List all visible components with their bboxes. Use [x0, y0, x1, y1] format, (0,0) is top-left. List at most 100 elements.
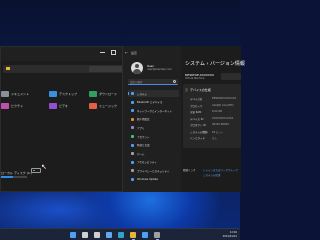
sidebar-item-label: アクセシビリティ [137, 161, 157, 165]
related-links-label: 関連リンク [183, 169, 196, 172]
spec-row: デバイス ID XXXXXXXX-XXXX [190, 117, 233, 121]
clock-date[interactable]: 2024/01/01 [223, 235, 237, 238]
folder-label: ダウンロード [99, 92, 118, 96]
rename-pc-button[interactable] [221, 73, 241, 80]
search-placeholder: 設定の検索 [130, 81, 143, 84]
sidebar-item[interactable]: アプリ [128, 124, 179, 131]
spec-value: なし [212, 137, 218, 140]
spec-value: DESKTOP-XXXXXXX [212, 97, 237, 100]
folder-music[interactable]: ミュージック [89, 103, 117, 109]
folder-videos[interactable]: ビデオ [49, 103, 68, 109]
info-icon: ⓘ [185, 88, 189, 92]
sidebar-item[interactable]: プライバシーとセキュリティ [128, 167, 179, 174]
settings-content: システム › バージョン情報 DESKTOP-XXXXXXX Virtual M… [181, 46, 245, 192]
sidebar-item-label: Windows Update [137, 178, 159, 181]
taskbar-taskview-icon[interactable] [94, 232, 100, 238]
nav-icon [131, 178, 134, 181]
nav-icon [131, 126, 134, 130]
sidebar-item[interactable]: ゲーム [128, 150, 179, 157]
sidebar-item[interactable]: アカウント [128, 133, 179, 140]
minimize-button[interactable] [100, 52, 105, 53]
sidebar-item-label: プライバシーとセキュリティ [137, 169, 170, 173]
sidebar-item[interactable]: Windows Update [128, 176, 179, 183]
settings-sidebar: ← 設定 User user@example.com 設定の検索 システム Blu… [123, 46, 181, 192]
nav-icon [131, 160, 134, 164]
drive-usage-fill [1, 176, 13, 178]
spec-value: 8.00 GB [212, 110, 223, 113]
nav-icon [131, 152, 134, 156]
spec-value: 00330-80000 [212, 123, 229, 126]
spec-key: デバイス名 [190, 98, 203, 101]
drive-c[interactable]: ローカル ディスク (C:) [1, 171, 32, 175]
folder-label: ミュージック [99, 104, 117, 108]
sidebar-item[interactable]: システム [128, 90, 179, 97]
spec-key: ペンとタッチ [190, 137, 206, 140]
taskbar-search-icon[interactable] [82, 232, 88, 238]
nav-icon [131, 92, 134, 95]
spec-row: 実装 RAM 8.00 GB [190, 110, 222, 114]
folder-icon [1, 91, 9, 97]
mouse-cursor-icon: ↖ [41, 163, 47, 171]
spec-row: ペンとタッチ なし [190, 136, 217, 140]
sidebar-item-label: ゲーム [137, 152, 145, 156]
folder-icon [49, 91, 57, 97]
sidebar-item-label: アプリ [137, 126, 145, 130]
device-specs-card[interactable]: ⓘ デバイスの仕様 デバイス名 DESKTOP-XXXXXXX プロセッサ Intel… [183, 84, 241, 148]
folder-icon [49, 103, 57, 109]
folder-icon [89, 103, 97, 109]
folder-icon [6, 67, 10, 70]
nav-icon [131, 135, 134, 138]
drive-icon [31, 168, 41, 173]
file-explorer-window[interactable]: ✕ デスクトップ ダウンロード ドキュメント ピクチャ ビデオ ミュージック ロ… [0, 46, 134, 192]
settings-search-input[interactable]: 設定の検索 [128, 79, 178, 85]
settings-title: 設定 [131, 51, 138, 55]
user-email: user@example.com [147, 68, 172, 71]
folder-label: ビデオ [59, 104, 69, 108]
spec-key: デバイス ID [190, 117, 204, 121]
taskbar-store-icon[interactable] [142, 232, 148, 238]
folder-downloads[interactable]: ダウンロード [89, 91, 117, 97]
sidebar-item-label: システム [137, 92, 147, 96]
domain-link[interactable]: ドメインまたはワークグループ [203, 168, 238, 172]
folder-label: ピクチャ [11, 104, 23, 108]
folder-documents[interactable]: ドキュメント [1, 91, 29, 97]
spec-key: システムの種類 [190, 130, 208, 134]
back-arrow-icon[interactable]: ← [125, 50, 128, 55]
folder-icon [1, 103, 9, 109]
sidebar-item[interactable]: アクセシビリティ [128, 159, 179, 166]
sidebar-item-label: ネットワークとインターネット [137, 109, 173, 113]
sidebar-item[interactable]: 個人用設定 [128, 116, 179, 123]
sidebar-item[interactable]: Bluetooth とデバイス [128, 99, 179, 106]
drive-label: ローカル ディスク (C:) [1, 171, 33, 175]
spec-key: プロセッサ [190, 104, 203, 108]
spec-value: XXXXXXXX-XXXX [212, 116, 234, 120]
sidebar-item-label: 時刻と言語 [137, 144, 150, 148]
system-protection-link[interactable]: システムの保護 [203, 173, 220, 177]
nav-icon [131, 109, 134, 113]
taskbar-explorer-icon[interactable] [130, 232, 136, 238]
folder-label: ドキュメント [11, 92, 30, 96]
folder-icon [89, 91, 97, 97]
spec-row: プロセッサ Intel(R) Core(TM) [190, 104, 233, 108]
sidebar-item-label: アカウント [137, 135, 150, 139]
nav-icon [131, 100, 134, 104]
drive-usage-bar [1, 176, 27, 178]
maximize-button[interactable] [111, 50, 116, 55]
spec-value: Intel(R) Core(TM) [212, 103, 234, 107]
folder-pictures[interactable]: ピクチャ [1, 103, 23, 109]
spec-key: プロダクト ID [190, 124, 206, 127]
taskbar-start-icon[interactable] [70, 232, 76, 238]
taskbar-settings-icon[interactable] [154, 232, 160, 238]
sidebar-item[interactable]: 時刻と言語 [128, 142, 179, 149]
nav-icon [131, 117, 134, 121]
sidebar-item[interactable]: ネットワークとインターネット [128, 107, 179, 114]
nav-icon [131, 169, 134, 173]
folder-desktop[interactable]: デスクトップ [49, 91, 77, 97]
device-model: Virtual Machine [185, 77, 205, 80]
avatar[interactable] [131, 62, 143, 74]
settings-window[interactable]: ← 設定 User user@example.com 設定の検索 システム Blu… [122, 46, 245, 192]
address-bar[interactable] [3, 65, 131, 73]
taskbar-edge-icon[interactable] [118, 232, 124, 238]
clock-time[interactable]: 12:00 [230, 231, 237, 234]
taskbar-widgets-icon[interactable] [106, 232, 112, 238]
